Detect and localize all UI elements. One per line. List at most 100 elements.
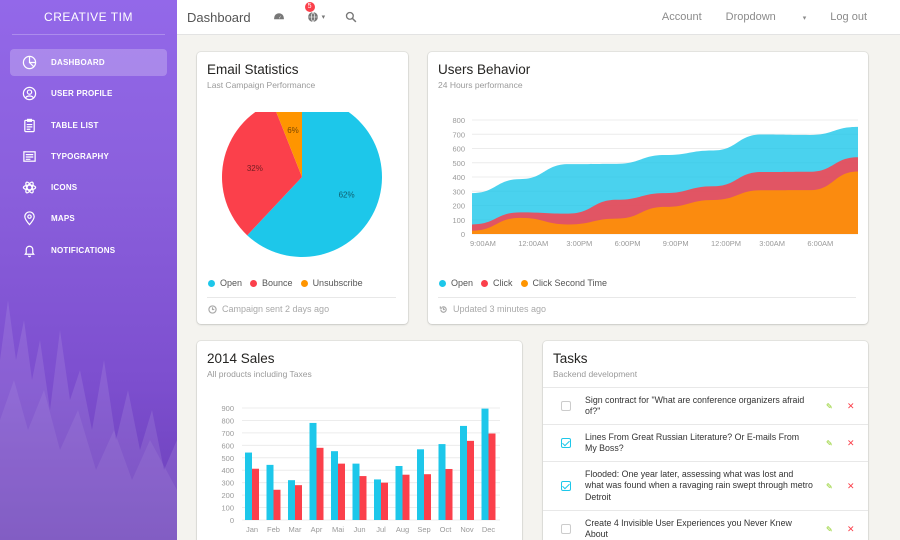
card-divider [207, 297, 396, 298]
edit-icon[interactable]: ✎ [826, 402, 833, 411]
pie-slice-label: 62% [339, 191, 355, 200]
chart-legend: Open Bounce Unsubscribe [208, 278, 371, 288]
bar-jun-series-1 [352, 463, 360, 520]
y-tick-label: 800 [221, 416, 234, 425]
sidebar-item-notifications[interactable]: NOTIFICATIONS [10, 237, 167, 264]
bar-feb-series-1 [266, 464, 274, 520]
card-footer-stats: Updated 3 minutes ago [439, 304, 546, 314]
dropdown-menu-toggle[interactable]: Dropdown ▾ [726, 11, 807, 23]
pie-chart-icon [21, 55, 37, 71]
bar-jan-series-2 [252, 468, 259, 520]
bar-jul-series-2 [381, 482, 388, 520]
footer-text: Campaign sent 2 days ago [222, 304, 330, 314]
sidebar-item-label: MAPS [51, 214, 75, 224]
y-tick-label: 600 [221, 441, 234, 450]
task-checkbox[interactable] [561, 401, 571, 411]
task-text: Lines From Great Russian Literature? Or … [585, 431, 800, 454]
edit-icon[interactable]: ✎ [826, 525, 833, 534]
task-checkbox[interactable] [561, 438, 571, 448]
search-icon[interactable] [345, 11, 357, 23]
y-tick-label: 300 [221, 479, 234, 488]
legend-dot [481, 279, 489, 287]
sidebar-item-maps[interactable]: MAPS [10, 205, 167, 232]
legend-label: Bounce [262, 278, 293, 288]
x-tick-label: Aug [396, 525, 409, 534]
chart-legend: Open Click Click Second Time [439, 278, 615, 288]
page-title[interactable]: Dashboard [187, 10, 251, 25]
y-tick-label: 400 [221, 466, 234, 475]
legend-item-unsubscribe: Unsubscribe [300, 278, 363, 288]
edit-icon[interactable]: ✎ [826, 482, 833, 491]
delete-icon[interactable]: ✕ [847, 481, 855, 492]
sidebar-item-typography[interactable]: TYPOGRAPHY [10, 143, 167, 170]
bar-oct-series-1 [438, 444, 446, 520]
bar-mai-series-1 [331, 451, 338, 520]
x-tick-label: 6:00PM [615, 239, 641, 248]
task-checkbox[interactable] [561, 524, 571, 534]
task-checkbox[interactable] [561, 481, 571, 491]
notifications-dropdown[interactable]: 5 ▾ [304, 2, 326, 23]
y-tick-label: 100 [221, 504, 234, 513]
card-category: Backend development [553, 369, 638, 379]
bar-apr-series-2 [316, 447, 324, 520]
dropdown-label: Dropdown [725, 11, 776, 23]
email-statistics-card: Email Statistics Last Campaign Performan… [197, 52, 408, 324]
sidebar-item-label: TYPOGRAPHY [51, 151, 110, 161]
sidebar-item-dashboard[interactable]: DASHBOARD [10, 49, 167, 76]
sidebar: CREATIVE TIM DASHBOARD USER PROFILE TABL… [0, 0, 177, 540]
y-tick-label: 500 [221, 454, 234, 463]
x-tick-label: Jun [353, 525, 365, 534]
legend-dot [439, 279, 446, 287]
bar-sep-series-1 [417, 449, 424, 520]
y-tick-label: 400 [452, 173, 465, 182]
legend-item-open: Open [208, 278, 242, 288]
sidebar-item-table-list[interactable]: TABLE LIST [10, 112, 167, 139]
y-tick-label: 500 [452, 159, 465, 168]
bell-icon [21, 242, 37, 258]
navbar-right-links: Account Dropdown ▾ Log out [662, 11, 900, 23]
x-tick-label: Jan [246, 525, 258, 534]
legend-dot [520, 279, 528, 287]
sidebar-item-label: TABLE LIST [51, 120, 99, 130]
bar-nov-series-2 [467, 440, 474, 520]
y-tick-label: 700 [452, 130, 465, 139]
task-row: Create 4 Invisible User Experiences you … [543, 510, 868, 540]
document-icon [21, 148, 37, 164]
brand-logo[interactable]: CREATIVE TIM [12, 0, 165, 35]
sidebar-item-user-profile[interactable]: USER PROFILE [10, 80, 167, 107]
globe-icon [307, 11, 318, 23]
sidebar-item-icons[interactable]: ICONS [10, 174, 167, 201]
x-tick-label: 12:00PM [711, 239, 741, 248]
bar-jul-series-1 [374, 479, 381, 520]
caret-down-icon: ▾ [321, 14, 326, 21]
bar-dec-series-2 [488, 433, 496, 520]
sales-bar-chart: 0 100 200 300 400 500 600 700 800 900 Jan Feb Mar Apr… [221, 404, 500, 534]
account-link[interactable]: Account [662, 11, 702, 23]
edit-icon[interactable]: ✎ [826, 439, 833, 448]
bar-oct-series-2 [445, 468, 453, 520]
bar-feb-series-2 [273, 489, 281, 520]
y-tick-label: 200 [452, 202, 465, 211]
y-tick-label: 700 [221, 429, 234, 438]
task-text: Flooded: One year later, assessing what … [585, 468, 813, 502]
legend-label: Open [220, 278, 243, 288]
delete-icon[interactable]: ✕ [847, 438, 855, 449]
card-divider [438, 297, 856, 298]
x-tick-label: 6:00AM [807, 239, 833, 248]
sales-card: 2014 Sales All products including Taxes … [197, 341, 522, 540]
x-tick-label: 9:00AM [470, 239, 496, 248]
y-tick-label: 0 [230, 516, 234, 525]
user-icon [21, 86, 37, 102]
delete-icon[interactable]: ✕ [847, 524, 855, 535]
delete-icon[interactable]: ✕ [847, 401, 855, 412]
logout-link[interactable]: Log out [830, 11, 867, 23]
sidebar-item-label: USER PROFILE [51, 89, 113, 99]
bar-jan-series-1 [245, 452, 252, 520]
dashboard-gauge-icon[interactable] [273, 11, 285, 23]
x-tick-label: Sep [417, 525, 430, 534]
pie-slice-label: 32% [247, 164, 263, 173]
sidebar-item-label: NOTIFICATIONS [51, 245, 116, 255]
pie-slice-label: 6% [287, 126, 299, 135]
y-tick-label: 600 [452, 145, 465, 154]
legend-label: Click Second Time [532, 278, 608, 288]
